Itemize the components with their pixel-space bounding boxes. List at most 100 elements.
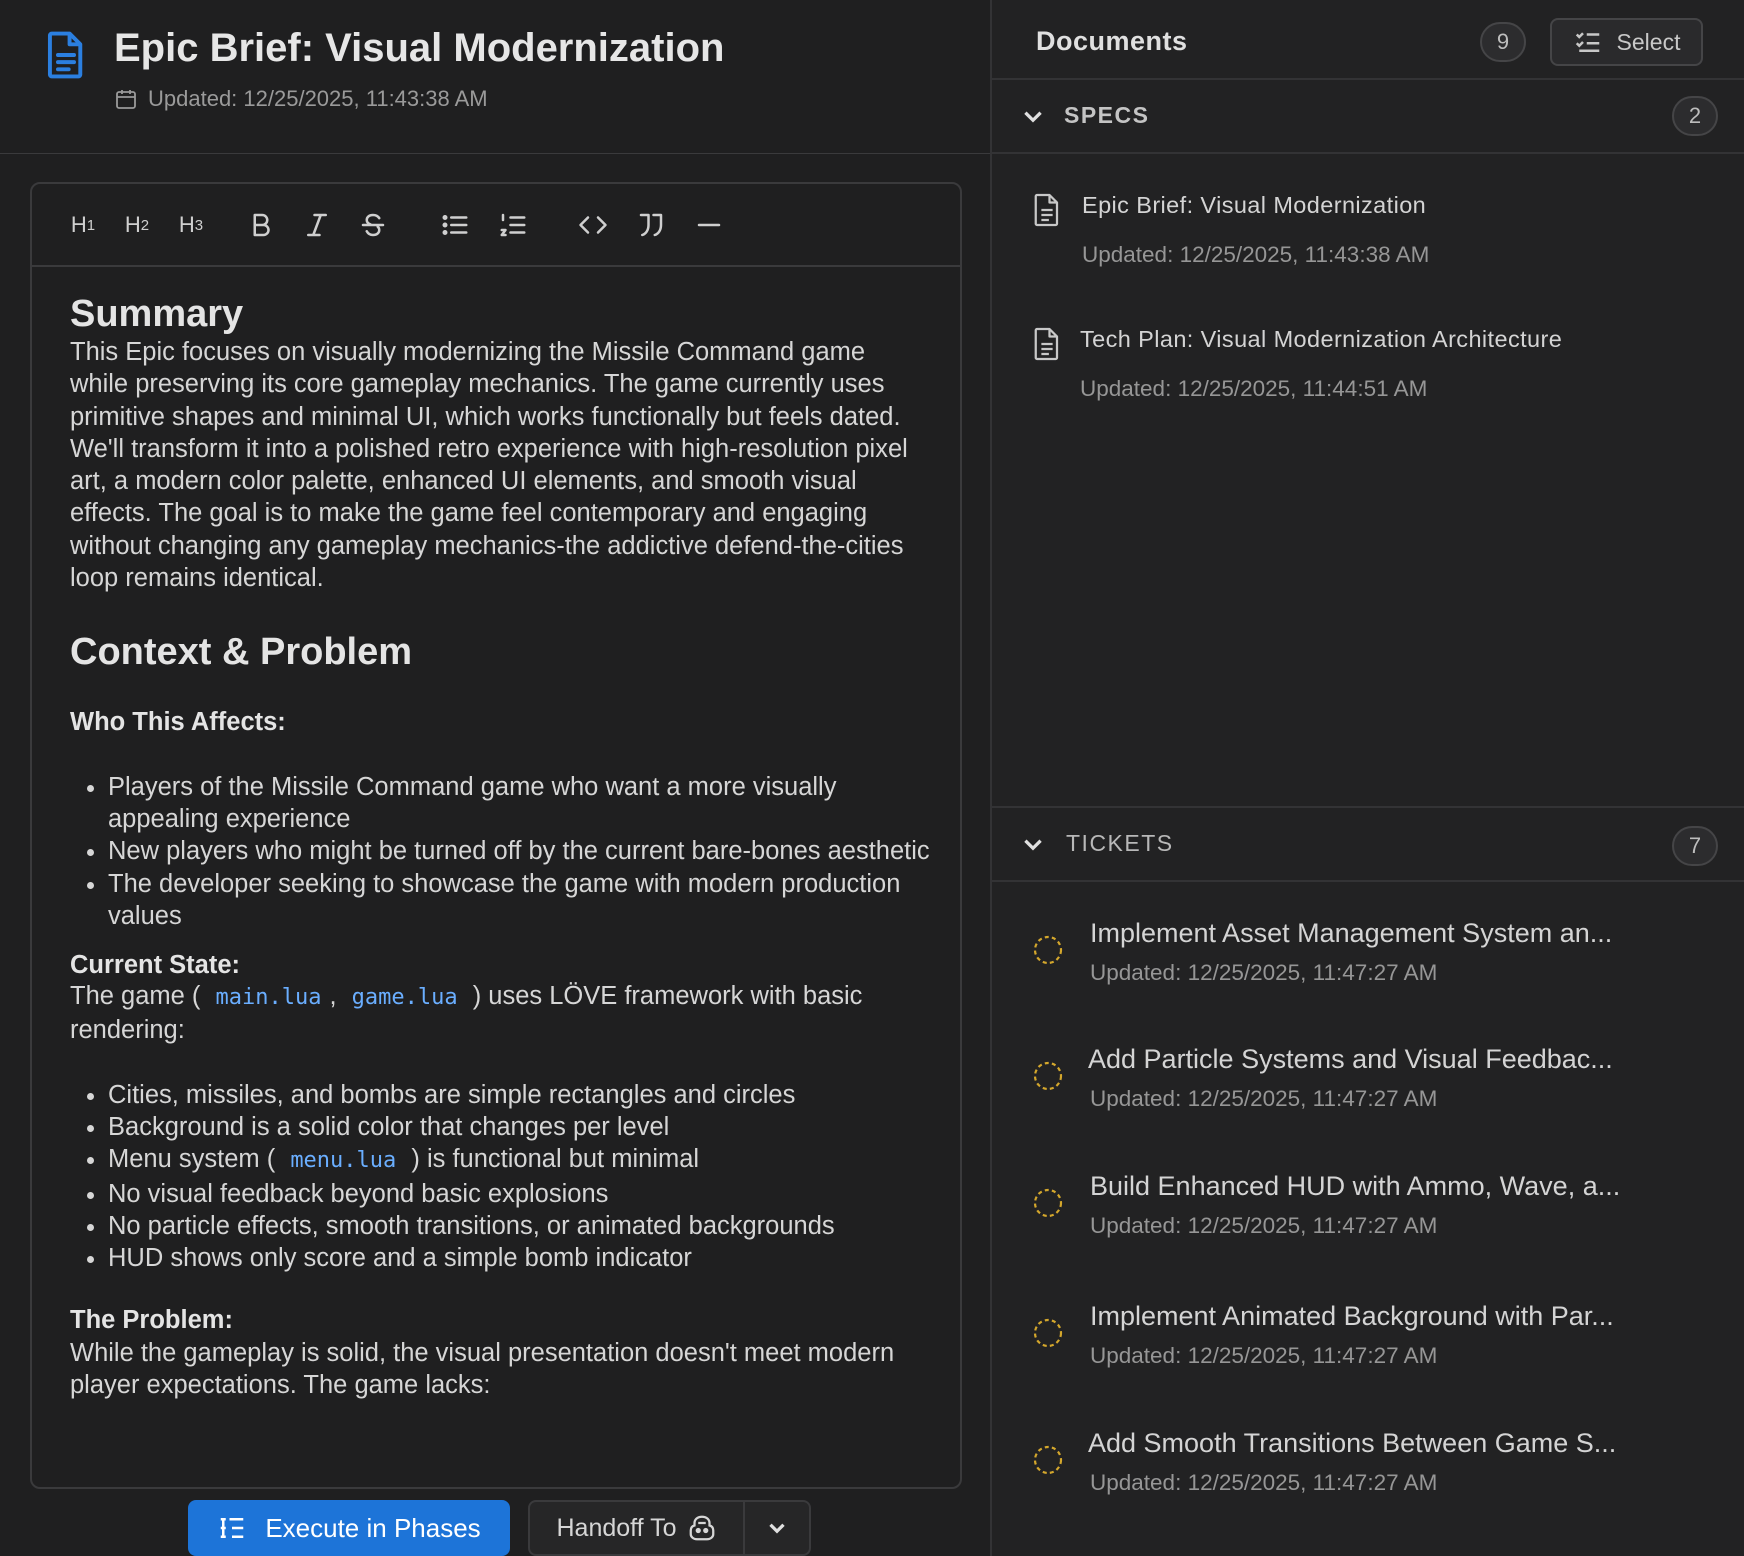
- chevron-down-icon: [1024, 111, 1042, 123]
- ticket-item[interactable]: Build Enhanced HUD with Ammo, Wave, a...…: [992, 1171, 1744, 1281]
- list-item: Background is a solid color that changes…: [108, 1111, 930, 1143]
- current-state-paragraph: Current State:: [70, 952, 930, 978]
- spec-updated: Updated: 12/25/2025, 11:44:51 AM: [1080, 376, 1428, 401]
- documents-count-badge: 9: [1480, 22, 1526, 62]
- execute-in-phases-label: Execute in Phases: [265, 1512, 481, 1543]
- strikethrough-icon: [361, 213, 385, 237]
- list-item: No visual feedback beyond basic explosio…: [108, 1178, 930, 1210]
- bold-button[interactable]: [238, 204, 284, 246]
- tickets-count-badge: 7: [1672, 826, 1718, 866]
- heading-2-level: 2: [140, 216, 150, 234]
- code-button[interactable]: [570, 204, 616, 246]
- current-state-sep: ,: [329, 982, 337, 1011]
- code-icon: [579, 216, 607, 234]
- numbered-list-button[interactable]: [490, 204, 536, 246]
- status-pending-icon: [1033, 1445, 1063, 1475]
- documents-header: Documents 9 Select: [992, 0, 1744, 80]
- tickets-section-label: TICKETS: [1066, 830, 1174, 856]
- documents-sidebar: Documents 9 Select SPECS 2 Epic Brief: V…: [992, 0, 1744, 1556]
- italic-icon: [307, 213, 327, 237]
- document-icon: [1034, 327, 1059, 361]
- list-item: Players of the Missile Command game who …: [108, 771, 930, 836]
- current-state-label: Current State:: [70, 951, 241, 980]
- italic-button[interactable]: [294, 204, 340, 246]
- problem-label: The Problem:: [70, 1305, 233, 1334]
- quote-icon: [639, 213, 663, 237]
- menu-item-pre: Menu system (: [108, 1145, 276, 1174]
- rich-text-editor[interactable]: H1 H2 H3 Summary This Epic focuses on vi…: [30, 182, 962, 1489]
- current-state-list: Cities, missiles, and bombs are simple r…: [70, 1079, 930, 1275]
- execute-in-phases-button[interactable]: Execute in Phases: [188, 1500, 510, 1556]
- inline-code: game.lua: [351, 985, 458, 1011]
- document-icon: [47, 31, 83, 79]
- ticket-updated: Updated: 12/25/2025, 11:47:27 AM: [1090, 1470, 1438, 1495]
- spec-title: Tech Plan: Visual Modernization Architec…: [1080, 326, 1563, 352]
- ticket-updated: Updated: 12/25/2025, 11:47:27 AM: [1090, 960, 1438, 985]
- spec-item-epic-brief[interactable]: Epic Brief: Visual Modernization Updated…: [992, 192, 1744, 322]
- ticket-item[interactable]: Add Particle Systems and Visual Feedbac.…: [992, 1044, 1744, 1154]
- chevron-down-icon: [769, 1523, 785, 1534]
- numbered-list-icon: [500, 213, 526, 237]
- ticket-item[interactable]: Implement Animated Background with Par..…: [992, 1301, 1744, 1411]
- context-heading: Context & Problem: [70, 631, 413, 674]
- horizontal-rule-button[interactable]: [686, 204, 732, 246]
- specs-section-label: SPECS: [1064, 102, 1150, 128]
- list-item: No particle effects, smooth transitions,…: [108, 1210, 930, 1242]
- spec-item-tech-plan[interactable]: Tech Plan: Visual Modernization Architec…: [992, 326, 1744, 456]
- spec-title: Epic Brief: Visual Modernization: [1082, 192, 1427, 218]
- handoff-dropdown-button[interactable]: [745, 1502, 809, 1554]
- list-item: Cities, missiles, and bombs are simple r…: [108, 1079, 930, 1111]
- list-item: The developer seeking to showcase the ga…: [108, 868, 930, 933]
- list-item: HUD shows only score and a simple bomb i…: [108, 1242, 930, 1274]
- inline-code: main.lua: [215, 985, 322, 1011]
- document-pane: Epic Brief: Visual Modernization Updated…: [0, 0, 990, 1556]
- ticket-title: Build Enhanced HUD with Ammo, Wave, a...: [1090, 1171, 1621, 1201]
- ticket-title: Implement Asset Management System an...: [1090, 918, 1613, 948]
- chevron-down-icon: [1024, 839, 1042, 851]
- problem-text: While the gameplay is solid, the visual …: [70, 1338, 895, 1399]
- handoff-to-button[interactable]: Handoff To: [530, 1502, 745, 1554]
- bullet-list-button[interactable]: [432, 204, 478, 246]
- spec-updated: Updated: 12/25/2025, 11:43:38 AM: [1082, 242, 1430, 267]
- who-affects-list: Players of the Missile Command game who …: [70, 771, 930, 932]
- handoff-to-label: Handoff To: [556, 1513, 677, 1542]
- ticket-item[interactable]: Add Smooth Transitions Between Game S...…: [992, 1428, 1744, 1538]
- specs-count-badge: 2: [1672, 96, 1718, 136]
- calendar-icon: [116, 90, 136, 109]
- action-bar: Execute in Phases Handoff To: [0, 1498, 990, 1556]
- document-header: Epic Brief: Visual Modernization Updated…: [0, 0, 990, 154]
- select-button[interactable]: Select: [1550, 18, 1703, 66]
- strikethrough-button[interactable]: [350, 204, 396, 246]
- checklist-icon: [1575, 32, 1599, 52]
- ticket-title: Add Smooth Transitions Between Game S...: [1088, 1428, 1617, 1458]
- documents-title: Documents: [1036, 26, 1188, 56]
- heading-3-level: 3: [194, 216, 204, 234]
- heading-2-label: H: [124, 212, 141, 237]
- heading-3-button[interactable]: H3: [168, 204, 214, 246]
- tickets-section-header[interactable]: TICKETS 7: [992, 806, 1744, 882]
- page-title: Epic Brief: Visual Modernization: [114, 26, 725, 70]
- editor-content[interactable]: Summary This Epic focuses on visually mo…: [70, 292, 930, 1401]
- ticket-item[interactable]: Implement Asset Management System an... …: [992, 918, 1744, 1028]
- ticket-updated: Updated: 12/25/2025, 11:47:27 AM: [1090, 1343, 1438, 1368]
- editor-toolbar: H1 H2 H3: [32, 184, 960, 267]
- bullet-list-icon: [442, 215, 468, 235]
- agent-bot-icon: [689, 1515, 714, 1541]
- who-affects-label: Who This Affects:: [70, 708, 286, 737]
- ticket-updated: Updated: 12/25/2025, 11:47:27 AM: [1090, 1213, 1438, 1238]
- specs-section-header[interactable]: SPECS 2: [992, 80, 1744, 154]
- ticket-title: Add Particle Systems and Visual Feedbac.…: [1088, 1044, 1613, 1074]
- ticket-updated: Updated: 12/25/2025, 11:47:27 AM: [1090, 1086, 1438, 1111]
- heading-1-button[interactable]: H1: [60, 204, 106, 246]
- status-pending-icon: [1033, 1188, 1063, 1218]
- quote-button[interactable]: [628, 204, 674, 246]
- list-item: Menu system ( menu.lua ) is functional b…: [108, 1143, 930, 1177]
- current-state-pre: The game (: [70, 982, 201, 1011]
- problem-paragraph: The Problem:: [70, 1307, 930, 1333]
- bold-icon: [253, 213, 270, 237]
- handoff-split-button: Handoff To: [528, 1500, 811, 1556]
- document-updated-text: Updated: 12/25/2025, 11:43:38 AM: [148, 86, 488, 111]
- heading-2-button[interactable]: H2: [114, 204, 160, 246]
- phases-icon: [221, 1518, 244, 1538]
- document-updated: Updated: 12/25/2025, 11:43:38 AM: [114, 86, 488, 112]
